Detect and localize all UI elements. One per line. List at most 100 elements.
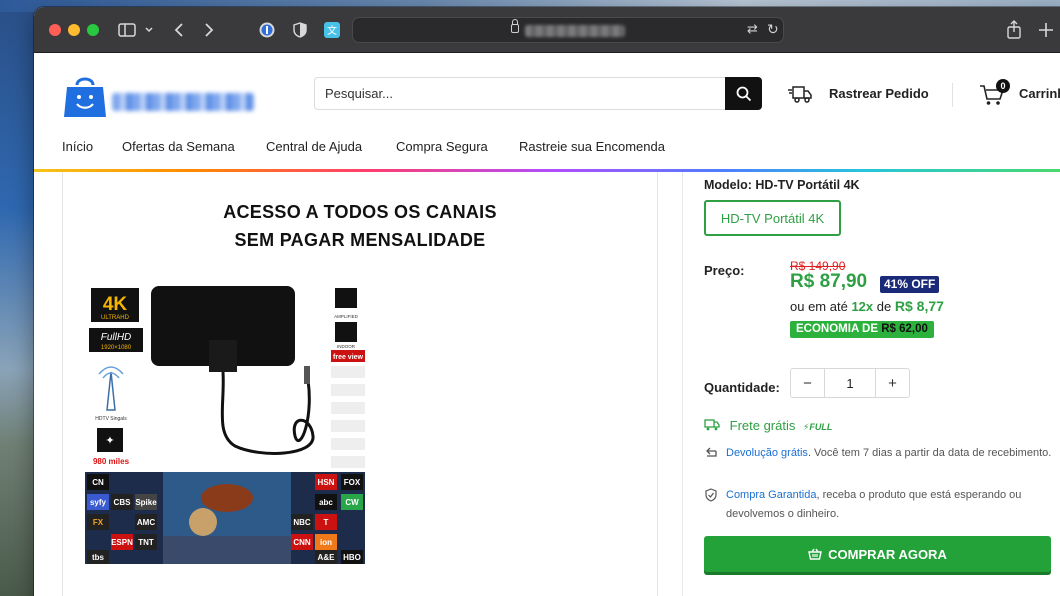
badge-indoor: INDOOR: [337, 344, 356, 349]
guarantee-policy: Compra Garantida, receba o produto que e…: [704, 486, 1054, 524]
channel-logo: FX: [93, 518, 104, 527]
password-icon[interactable]: [258, 19, 276, 41]
translate-icon[interactable]: ⇄: [747, 21, 758, 37]
channel-logo: CN: [92, 478, 104, 487]
badge-1080: 1920×1080: [101, 345, 132, 351]
channel-logo: FOX: [344, 478, 361, 487]
promo-line-2: SEM PAGAR MENSALIDADE: [234, 230, 486, 250]
lock-icon: [511, 19, 519, 33]
installment-mid: de: [876, 299, 892, 314]
track-order-link[interactable]: Rastrear Pedido: [829, 86, 929, 101]
quantity-input[interactable]: 1: [824, 369, 876, 397]
guarantee-link[interactable]: Compra Garantida: [726, 489, 817, 501]
site-header: Rastrear Pedido 0 Carrinho: [34, 53, 1060, 123]
full-badge: ⚡FULL: [803, 422, 833, 432]
badge-fullhd: FullHD: [101, 332, 132, 343]
economy-value: R$ 62,00: [881, 323, 928, 335]
web-page: Rastrear Pedido 0 Carrinho Início Oferta…: [34, 53, 1060, 596]
store-name-redacted: [112, 93, 254, 111]
free-shipping-label: Frete grátis: [729, 418, 796, 433]
sidebar-icon[interactable]: [118, 19, 136, 41]
channel-logo: CNN: [293, 538, 311, 547]
product-image[interactable]: 4K ULTRAHD FullHD 1920×1080 HDTV Singals…: [85, 286, 365, 564]
badge-980-miles: 980 miles: [93, 457, 130, 466]
nav-item-ofertas[interactable]: Ofertas da Semana: [122, 139, 235, 154]
channel-logo: Spike: [135, 498, 157, 507]
product-page: ACESSO A TODOS OS CANAIS SEM PAGAR MENSA…: [34, 172, 1060, 596]
zoom-window-button[interactable]: [87, 24, 99, 36]
return-link[interactable]: Devolução grátis: [726, 447, 808, 459]
channel-logo: TNT: [138, 538, 154, 547]
channel-logo: abc: [319, 498, 333, 507]
product-media: ACESSO A TODOS OS CANAIS SEM PAGAR MENSA…: [62, 172, 658, 596]
nav-item-inicio[interactable]: Início: [62, 139, 93, 154]
shield-check-icon: [705, 488, 717, 502]
share-icon[interactable]: [1006, 19, 1022, 41]
quantity-increase-button[interactable]: +: [876, 369, 909, 397]
column-divider: [682, 172, 683, 596]
return-arrow-icon: [706, 447, 717, 457]
promo-line-1: ACESSO A TODOS OS CANAIS: [223, 202, 497, 222]
main-nav: Início Ofertas da Semana Central de Ajud…: [34, 123, 1060, 169]
installment-count: 12x: [851, 299, 874, 314]
channel-logo: AMC: [137, 518, 155, 527]
price-label: Preço:: [704, 263, 745, 278]
shopping-bag-logo[interactable]: [62, 73, 108, 119]
variant-option[interactable]: HD-TV Portátil 4K: [704, 200, 841, 236]
badge-amplified: AMPLIFIED: [334, 314, 359, 319]
search-button[interactable]: [725, 77, 762, 110]
close-window-button[interactable]: [49, 24, 61, 36]
buy-now-label: COMPRAR AGORA: [828, 546, 947, 562]
address-bar[interactable]: ⇄ ↻: [352, 17, 784, 43]
channel-logo: CBS: [114, 498, 132, 507]
channel-logo: ion: [320, 538, 332, 547]
browser-window: 文 ⇄ ↻ Pesquisar... Rastrear Pedido 0 Car…: [34, 7, 1060, 596]
nav-item-compra-segura[interactable]: Compra Segura: [396, 139, 488, 154]
shield-icon[interactable]: [292, 19, 308, 41]
discount-badge: 41% OFF: [880, 276, 940, 293]
quantity-label: Quantidade:: [704, 380, 780, 395]
installments-line: ou em até 12x de R$ 8,77: [790, 298, 944, 314]
full-badge-text: FULL: [809, 422, 833, 432]
buy-now-button[interactable]: COMPRAR AGORA: [704, 536, 1051, 572]
badge-ultrahd: ULTRAHD: [101, 315, 130, 321]
url-text-redacted: [525, 25, 625, 37]
model-label: Modelo:: [704, 178, 752, 192]
back-icon[interactable]: [172, 19, 186, 41]
channel-logo: HSN: [318, 478, 335, 487]
promo-title: ACESSO A TODOS OS CANAIS SEM PAGAR MENSA…: [63, 198, 657, 254]
minimize-window-button[interactable]: [68, 24, 80, 36]
forward-icon[interactable]: [202, 19, 216, 41]
model-line: Modelo: HD-TV Portátil 4K: [704, 178, 860, 192]
new-tab-icon[interactable]: [1038, 19, 1054, 41]
installment-value: R$ 8,77: [894, 298, 944, 314]
chevron-down-icon[interactable]: [144, 19, 154, 41]
header-divider: [952, 83, 953, 107]
cart-count-badge: 0: [996, 79, 1010, 93]
channel-logo: NBC: [293, 518, 311, 527]
delivery-truck-icon[interactable]: [788, 83, 812, 105]
search-input[interactable]: [315, 78, 715, 109]
nav-item-central-ajuda[interactable]: Central de Ajuda: [266, 139, 362, 154]
channel-logo: tbs: [92, 553, 105, 562]
channel-logo: HBO: [343, 553, 361, 562]
cart-link[interactable]: Carrinho: [1019, 86, 1060, 101]
return-policy: Devolução grátis. Você tem 7 dias a part…: [704, 444, 1054, 463]
quantity-decrease-button[interactable]: −: [791, 369, 824, 397]
channel-logo: syfy: [90, 498, 107, 507]
svg-text:✦: ✦: [105, 434, 114, 447]
channel-logo: T: [324, 518, 329, 527]
return-text: . Você tem 7 dias a partir da data de re…: [807, 447, 1052, 459]
browser-toolbar: 文 ⇄ ↻: [34, 7, 1060, 53]
badge-freeview: free view: [333, 354, 364, 361]
channel-logo: ESPN: [111, 538, 133, 547]
sale-price: R$ 87,90: [790, 271, 868, 292]
economy-prefix: ECONOMIA DE: [796, 323, 878, 335]
free-shipping: Frete grátis ⚡FULL: [704, 418, 832, 433]
nav-item-rastreie[interactable]: Rastreie sua Encomenda: [519, 139, 665, 154]
badge-4k: 4K: [103, 294, 128, 315]
economy-badge: ECONOMIA DE R$ 62,00: [790, 321, 934, 338]
search-bar: [314, 77, 762, 110]
translate-extension-icon[interactable]: 文: [322, 19, 342, 41]
reload-icon[interactable]: ↻: [767, 21, 779, 38]
